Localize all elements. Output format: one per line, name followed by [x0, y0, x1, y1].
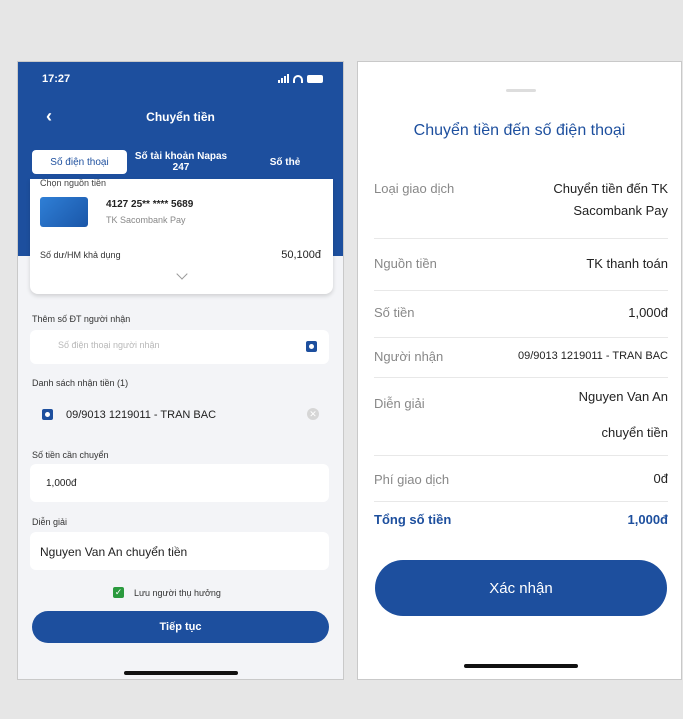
- home-indicator: [124, 671, 238, 675]
- row-value: 0đ: [653, 471, 668, 486]
- wifi-icon: [293, 74, 303, 83]
- row-transaction-type: Loại giao dịch Chuyển tiền đến TK Sacomb…: [374, 177, 668, 239]
- recipient-item-text: 09/9013 1219011 - TRAN BAC: [66, 409, 217, 421]
- page-title: Chuyển tiền: [146, 110, 215, 124]
- home-indicator: [464, 664, 578, 668]
- row-value: 1,000đ: [628, 305, 668, 320]
- row-key: Người nhận: [374, 349, 444, 364]
- amount-input[interactable]: 1,000đ: [30, 464, 329, 502]
- status-bar: 17:27: [18, 72, 343, 88]
- row-description: Diễn giải Nguyen Van An chuyển tiền: [374, 378, 668, 456]
- tab-account-napas[interactable]: Số tài khoản Napas 247: [134, 147, 228, 177]
- status-icons: [278, 74, 323, 83]
- balance-value: 50,100đ: [281, 249, 321, 261]
- amount-label: Số tiền cần chuyển: [32, 450, 109, 460]
- signal-icon: [278, 74, 289, 83]
- recipient-list-label: Danh sách nhận tiền (1): [32, 378, 129, 388]
- row-source: Nguồn tiền TK thanh toán: [374, 239, 668, 291]
- confirm-button[interactable]: Xác nhận: [375, 560, 667, 616]
- save-beneficiary-checkbox[interactable]: ✓: [113, 587, 124, 598]
- bank-card-icon: [40, 197, 88, 227]
- transfer-form-screen: 17:27 ‹ Chuyển tiền Số điện thoại Số tài…: [17, 61, 344, 680]
- battery-icon: [307, 74, 323, 83]
- row-key: Nguồn tiền: [374, 256, 437, 271]
- row-amount: Số tiền 1,000đ: [374, 291, 668, 338]
- row-key: Tổng số tiền: [374, 512, 452, 527]
- balance-label: Số dư/HM khả dụng: [40, 250, 121, 260]
- card-number: 4127 25** **** 5689: [106, 199, 194, 210]
- status-time: 17:27: [42, 73, 71, 85]
- row-value: Nguyen Van An chuyển tiền: [578, 389, 668, 440]
- transfer-tabs: Số điện thoại Số tài khoản Napas 247 Số …: [30, 147, 333, 177]
- contact-icon: [42, 409, 53, 420]
- row-key: Phí giao dịch: [374, 472, 450, 487]
- row-key: Số tiền: [374, 305, 415, 320]
- close-icon[interactable]: ✕: [307, 408, 319, 420]
- source-card[interactable]: Chọn nguồn tiền 4127 25** **** 5689 TK S…: [30, 178, 333, 294]
- row-value: Chuyển tiền đến TK Sacombank Pay: [553, 181, 668, 218]
- contact-book-icon[interactable]: [306, 341, 317, 352]
- row-key: Loại giao dịch: [374, 181, 455, 196]
- row-key: Diễn giải: [374, 396, 425, 411]
- account-name: TK Sacombank Pay: [106, 215, 186, 225]
- recipient-phone-input[interactable]: Số điện thoại người nhận: [30, 330, 329, 364]
- confirm-screen: Chuyển tiền đến số điện thoại Loại giao …: [357, 61, 682, 680]
- description-value: Nguyen Van An chuyển tiền: [40, 545, 188, 559]
- recipient-label: Thêm số ĐT người nhận: [32, 314, 131, 324]
- row-value: 09/9013 1219011 - TRAN BAC: [517, 350, 668, 362]
- continue-button[interactable]: Tiếp tục: [32, 611, 329, 643]
- tab-phone-number[interactable]: Số điện thoại: [32, 150, 127, 174]
- description-input[interactable]: Nguyen Van An chuyển tiền: [30, 532, 329, 570]
- row-fee: Phí giao dịch 0đ: [374, 456, 668, 502]
- chevron-down-icon[interactable]: [176, 268, 188, 280]
- save-beneficiary-label: Lưu người thụ hưởng: [134, 588, 221, 598]
- description-label: Diễn giải: [32, 517, 68, 527]
- amount-value: 1,000đ: [46, 478, 77, 489]
- tab-card-number[interactable]: Số thẻ: [240, 147, 330, 177]
- confirm-title: Chuyển tiền đến số điện thoại: [413, 122, 626, 139]
- recipient-placeholder: Số điện thoại người nhận: [58, 340, 160, 350]
- row-recipient: Người nhận 09/9013 1219011 - TRAN BAC: [374, 338, 668, 378]
- row-value: TK thanh toán: [586, 256, 668, 271]
- recipient-list-item[interactable]: 09/9013 1219011 - TRAN BAC ✕: [30, 398, 329, 432]
- row-total: Tổng số tiền 1,000đ: [374, 502, 668, 542]
- source-label: Chọn nguồn tiền: [40, 178, 107, 188]
- row-value: 1,000đ: [627, 512, 668, 527]
- sheet-grabber[interactable]: [506, 89, 536, 92]
